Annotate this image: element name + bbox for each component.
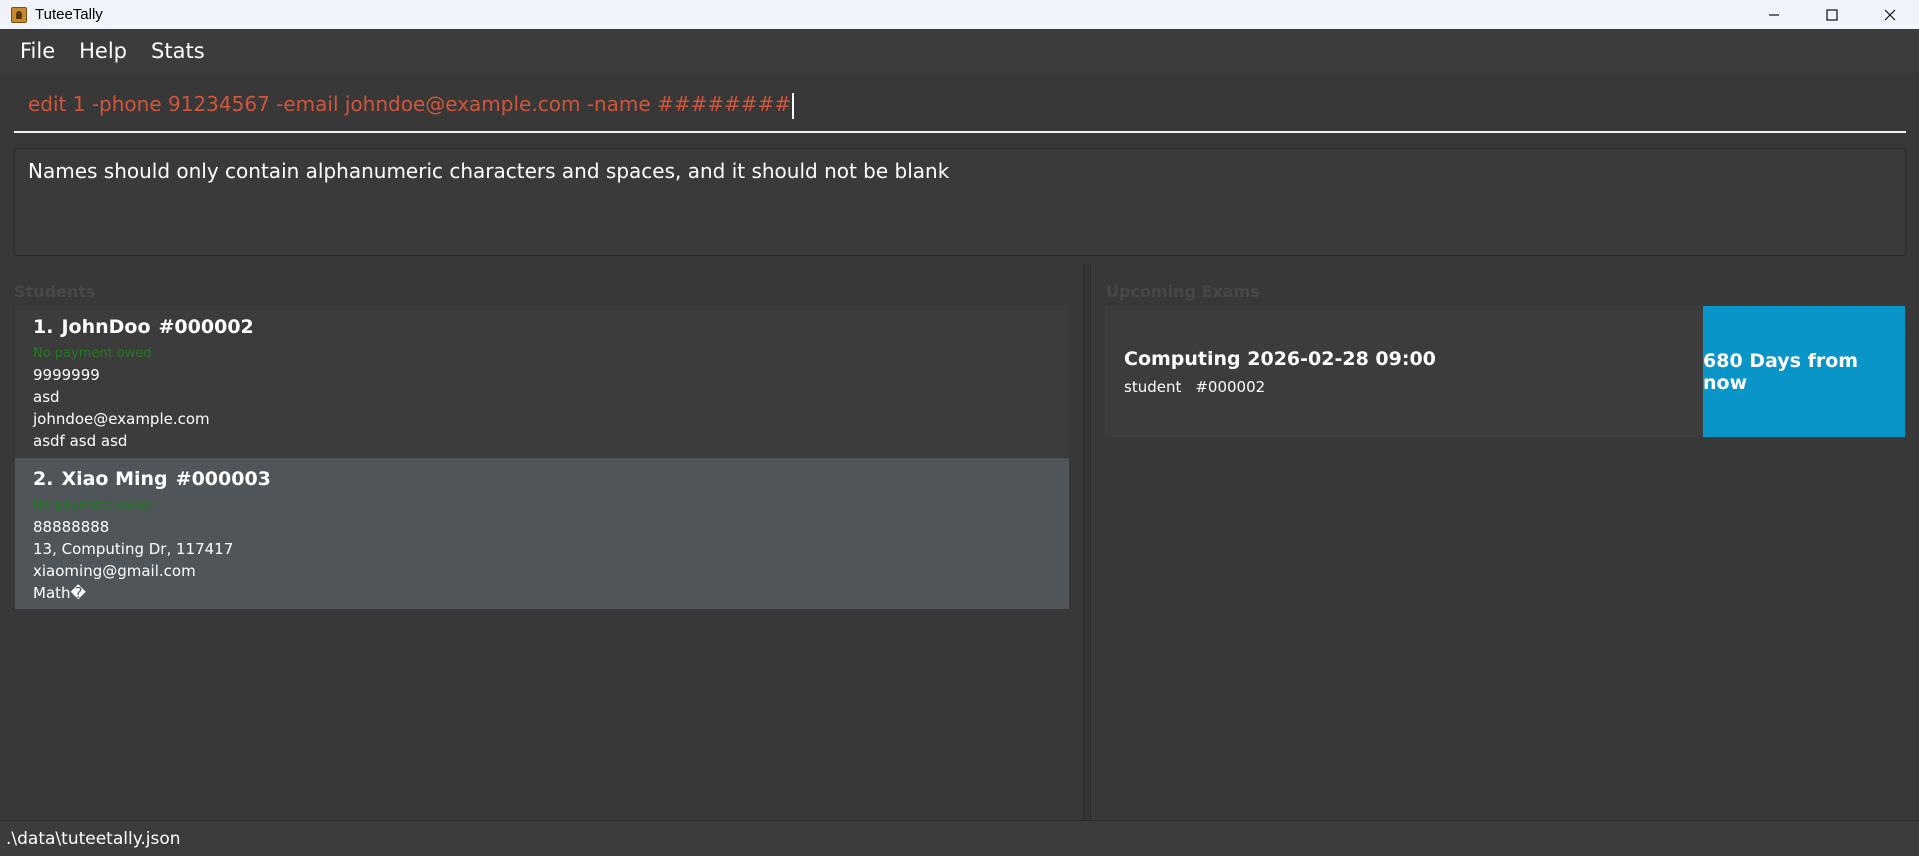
minimize-button[interactable] — [1745, 0, 1803, 29]
maximize-button[interactable] — [1803, 0, 1861, 29]
exam-countdown-badge: 680 Days from now — [1703, 306, 1905, 437]
command-input[interactable]: edit 1 -phone 91234567 -email johndoe@ex… — [28, 92, 1888, 119]
student-name-row: 2. Xiao Ming #000003 — [33, 468, 1069, 495]
data-file-path: .\data\tuteetally.json — [6, 828, 181, 849]
command-box[interactable]: edit 1 -phone 91234567 -email johndoe@ex… — [14, 77, 1906, 133]
exam-student: student #000002 — [1124, 378, 1436, 396]
result-message: Names should only contain alphanumeric c… — [28, 159, 950, 183]
menu-stats[interactable]: Stats — [139, 39, 217, 63]
student-index: 2. — [33, 468, 54, 490]
student-id: #000002 — [158, 316, 254, 338]
status-bar: .\data\tuteetally.json — [0, 820, 1919, 856]
exam-title: Computing 2026-02-28 09:00 — [1124, 348, 1436, 370]
student-email: xiaoming@gmail.com — [33, 562, 196, 580]
student-card-selected[interactable]: 2. Xiao Ming #000003 No payment owed 88888… — [15, 458, 1069, 609]
student-name: Xiao Ming — [61, 468, 168, 490]
exams-heading: Upcoming Exams — [1106, 282, 1260, 301]
exam-student-id: #000002 — [1195, 378, 1266, 396]
payment-status: No payment owed — [33, 498, 152, 513]
students-panel: Students 1. JohnDoo #000002 No payment owe… — [0, 264, 1083, 820]
student-name-row: 1. JohnDoo #000002 — [33, 316, 1069, 343]
title-bar: TuteeTally — [0, 0, 1919, 29]
minimize-icon — [1769, 13, 1779, 16]
app-icon — [11, 6, 27, 23]
menu-help[interactable]: Help — [67, 39, 139, 63]
student-email: johndoe@example.com — [33, 410, 210, 428]
student-index: 1. — [33, 316, 54, 338]
student-card[interactable]: 1. JohnDoo #000002 No payment owed 9999999… — [15, 306, 1069, 457]
command-text: edit 1 -phone 91234567 -email johndoe@ex… — [28, 92, 792, 116]
student-subjects: asdf asd asd — [33, 432, 128, 450]
student-id: #000003 — [175, 468, 271, 490]
students-heading: Students — [14, 282, 96, 301]
payment-status: No payment owed — [33, 346, 152, 361]
exam-student-label: student — [1124, 378, 1182, 396]
student-name: JohnDoo — [61, 316, 151, 338]
panel-divider[interactable] — [1083, 264, 1091, 820]
close-button[interactable] — [1861, 0, 1919, 29]
student-phone: 9999999 — [33, 366, 100, 384]
student-address: 13, Computing Dr, 117417 — [33, 540, 234, 558]
student-phone: 88888888 — [33, 518, 110, 536]
exam-info: Computing 2026-02-28 09:00 student #00000… — [1124, 348, 1436, 396]
student-subjects: Math� — [33, 584, 86, 602]
close-icon — [1884, 9, 1896, 20]
window-controls — [1745, 0, 1919, 29]
menu-file[interactable]: File — [8, 39, 67, 63]
result-display[interactable]: Names should only contain alphanumeric c… — [14, 148, 1906, 256]
command-area: edit 1 -phone 91234567 -email johndoe@ex… — [0, 73, 1919, 141]
exams-panel: Upcoming Exams Computing 2026-02-28 09:0… — [1091, 264, 1919, 820]
window-title: TuteeTally — [35, 6, 103, 23]
exam-card[interactable]: Computing 2026-02-28 09:00 student #00000… — [1105, 306, 1905, 437]
maximize-icon — [1826, 8, 1838, 21]
menu-bar: File Help Stats — [0, 29, 1919, 73]
student-address: asd — [33, 388, 60, 406]
text-caret — [792, 92, 794, 119]
